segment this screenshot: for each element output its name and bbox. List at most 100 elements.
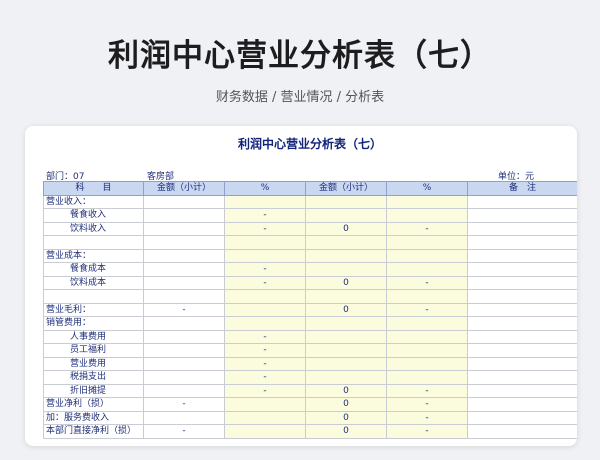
row-label[interactable]: 加：服务费收入	[43, 410, 144, 425]
cell-amount-2[interactable]	[305, 235, 387, 250]
cell-amount-2[interactable]: 0	[305, 383, 387, 398]
cell-amount-2[interactable]: 0	[305, 410, 387, 425]
cell-percent[interactable]: -	[224, 275, 306, 290]
cell-percent[interactable]: -	[224, 221, 306, 236]
cell-amount[interactable]	[143, 275, 225, 290]
cell-note[interactable]	[467, 302, 577, 317]
row-label[interactable]: 人事费用	[43, 329, 144, 344]
cell-amount-2[interactable]: 0	[305, 302, 387, 317]
cell-amount[interactable]: -	[143, 424, 225, 439]
cell-percent[interactable]	[224, 235, 306, 250]
cell-note[interactable]	[467, 370, 577, 385]
row-label[interactable]: 员工福利	[43, 343, 144, 358]
row-label[interactable]: 营业费用	[43, 356, 144, 371]
cell-amount[interactable]	[143, 289, 225, 304]
cell-amount-2[interactable]	[305, 316, 387, 331]
cell-percent[interactable]	[224, 424, 306, 439]
cell-note[interactable]	[467, 289, 577, 304]
cell-amount[interactable]	[143, 383, 225, 398]
cell-note[interactable]	[467, 208, 577, 223]
cell-percent[interactable]: -	[224, 356, 306, 371]
cell-percent[interactable]	[224, 194, 306, 209]
cell-amount[interactable]	[143, 316, 225, 331]
cell-amount[interactable]	[143, 262, 225, 277]
cell-amount-2[interactable]	[305, 248, 387, 263]
cell-percent-2[interactable]	[386, 235, 468, 250]
cell-note[interactable]	[467, 194, 577, 209]
cell-percent[interactable]: -	[224, 208, 306, 223]
row-label[interactable]: 营业净利（损）	[43, 397, 144, 412]
cell-note[interactable]	[467, 329, 577, 344]
cell-percent-2[interactable]	[386, 262, 468, 277]
cell-amount[interactable]	[143, 343, 225, 358]
cell-amount-2[interactable]	[305, 262, 387, 277]
cell-percent-2[interactable]	[386, 208, 468, 223]
cell-amount-2[interactable]	[305, 289, 387, 304]
cell-amount[interactable]: -	[143, 302, 225, 317]
row-label[interactable]: 本部门直接净利（损）	[43, 424, 144, 439]
cell-amount[interactable]	[143, 329, 225, 344]
cell-amount-2[interactable]	[305, 329, 387, 344]
cell-percent[interactable]	[224, 410, 306, 425]
row-label[interactable]: 营业收入：	[43, 194, 144, 209]
cell-percent-2[interactable]: -	[386, 397, 468, 412]
cell-note[interactable]	[467, 248, 577, 263]
cell-percent-2[interactable]: -	[386, 424, 468, 439]
cell-note[interactable]	[467, 424, 577, 439]
cell-note[interactable]	[467, 383, 577, 398]
cell-percent-2[interactable]: -	[386, 302, 468, 317]
cell-percent[interactable]: -	[224, 262, 306, 277]
cell-amount[interactable]	[143, 235, 225, 250]
cell-amount-2[interactable]: 0	[305, 221, 387, 236]
cell-amount[interactable]	[143, 370, 225, 385]
cell-amount[interactable]	[143, 194, 225, 209]
row-label[interactable]	[43, 289, 144, 304]
cell-percent-2[interactable]	[386, 329, 468, 344]
cell-amount-2[interactable]: 0	[305, 397, 387, 412]
cell-percent[interactable]: -	[224, 383, 306, 398]
cell-percent-2[interactable]	[386, 248, 468, 263]
cell-note[interactable]	[467, 356, 577, 371]
cell-note[interactable]	[467, 410, 577, 425]
cell-percent-2[interactable]: -	[386, 410, 468, 425]
cell-percent-2[interactable]	[386, 316, 468, 331]
cell-percent-2[interactable]	[386, 343, 468, 358]
cell-percent-2[interactable]	[386, 289, 468, 304]
cell-percent[interactable]	[224, 302, 306, 317]
row-label[interactable]: 销管费用：	[43, 316, 144, 331]
cell-amount[interactable]	[143, 208, 225, 223]
cell-amount-2[interactable]	[305, 194, 387, 209]
cell-amount[interactable]: -	[143, 397, 225, 412]
cell-amount-2[interactable]	[305, 370, 387, 385]
row-label[interactable]: 税捐支出	[43, 370, 144, 385]
cell-amount-2[interactable]	[305, 208, 387, 223]
cell-amount-2[interactable]: 0	[305, 275, 387, 290]
cell-percent[interactable]: -	[224, 329, 306, 344]
cell-percent[interactable]	[224, 397, 306, 412]
cell-note[interactable]	[467, 235, 577, 250]
cell-note[interactable]	[467, 275, 577, 290]
cell-percent[interactable]	[224, 248, 306, 263]
row-label[interactable]: 餐食收入	[43, 208, 144, 223]
cell-note[interactable]	[467, 397, 577, 412]
cell-amount[interactable]	[143, 221, 225, 236]
cell-note[interactable]	[467, 343, 577, 358]
row-label[interactable]: 餐食成本	[43, 262, 144, 277]
cell-amount[interactable]	[143, 356, 225, 371]
cell-amount-2[interactable]	[305, 356, 387, 371]
cell-percent[interactable]	[224, 316, 306, 331]
cell-percent[interactable]: -	[224, 343, 306, 358]
cell-amount[interactable]	[143, 410, 225, 425]
row-label[interactable]: 饮料成本	[43, 275, 144, 290]
cell-percent-2[interactable]: -	[386, 221, 468, 236]
cell-note[interactable]	[467, 262, 577, 277]
cell-percent[interactable]	[224, 289, 306, 304]
row-label[interactable]: 折旧摊提	[43, 383, 144, 398]
cell-percent-2[interactable]	[386, 356, 468, 371]
cell-amount-2[interactable]: 0	[305, 424, 387, 439]
row-label[interactable]: 饮料收入	[43, 221, 144, 236]
cell-percent[interactable]: -	[224, 370, 306, 385]
row-label[interactable]: 营业毛利：	[43, 302, 144, 317]
cell-percent-2[interactable]	[386, 194, 468, 209]
cell-amount[interactable]	[143, 248, 225, 263]
